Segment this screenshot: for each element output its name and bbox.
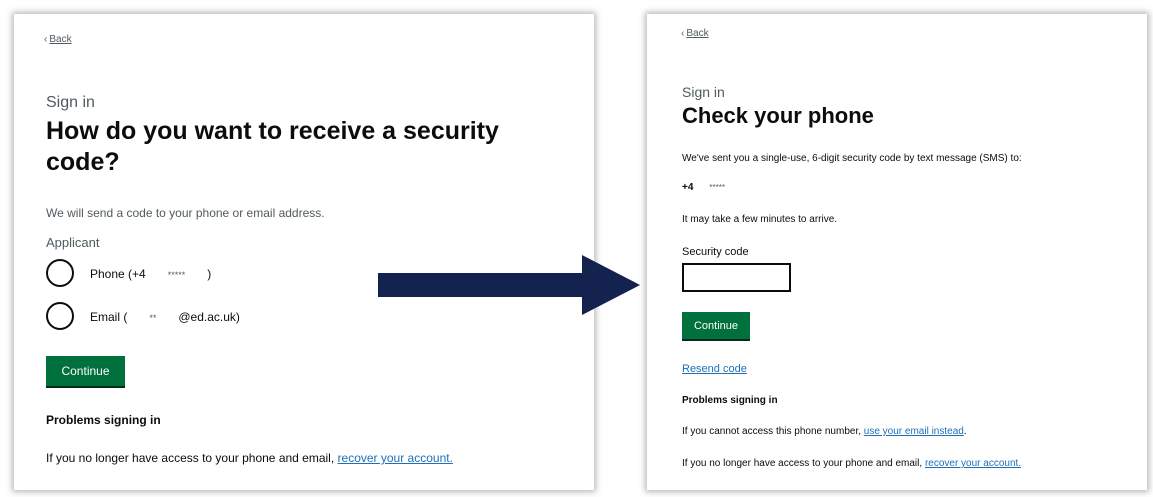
- phone-option-suffix: ): [207, 267, 212, 281]
- continue-button[interactable]: Continue: [682, 312, 750, 339]
- page-caption: Sign in: [46, 94, 95, 111]
- sent-message: We've sent you a single-use, 6-digit sec…: [682, 153, 1022, 164]
- back-link[interactable]: ‹ Back: [681, 28, 709, 39]
- email-option-label[interactable]: Email ( ** @ed.ac.uk): [90, 310, 240, 324]
- page-caption: Sign in: [682, 84, 725, 100]
- page-title: Check your phone: [682, 103, 874, 128]
- back-link-label: Back: [686, 28, 709, 39]
- phone-option-label[interactable]: Phone (+4 *****): [90, 267, 211, 281]
- problems-text: If you no longer have access to your pho…: [682, 458, 1021, 469]
- problems-heading: Problems signing in: [682, 395, 778, 406]
- back-link[interactable]: ‹ Back: [44, 34, 72, 45]
- email-radio[interactable]: [46, 302, 74, 330]
- back-link-label: Back: [49, 34, 72, 45]
- chevron-left-icon: ‹: [44, 34, 48, 45]
- problems-text-body: If you no longer have access to your pho…: [46, 451, 335, 465]
- phone-masked: *****: [709, 183, 725, 192]
- email-option-prefix: Email (: [90, 310, 128, 324]
- no-phone-text-body: If you cannot access this phone number,: [682, 426, 861, 437]
- security-code-method-screen: ‹ Back Sign in How do you want to receive…: [14, 14, 594, 490]
- problems-text-body: If you no longer have access to your pho…: [682, 458, 923, 469]
- phone-radio[interactable]: [46, 259, 74, 287]
- email-option-masked: **: [149, 313, 157, 323]
- email-option-suffix: @ed.ac.uk): [178, 310, 240, 324]
- phone-option-prefix: Phone (+4: [90, 267, 146, 281]
- recover-account-link[interactable]: recover your account.: [338, 451, 453, 465]
- problems-text: If you no longer have access to your pho…: [46, 451, 453, 465]
- continue-button[interactable]: Continue: [46, 356, 125, 386]
- use-email-link[interactable]: use your email instead: [864, 426, 964, 437]
- phone-prefix: +4: [682, 182, 694, 193]
- arrow-right-icon: [378, 255, 640, 315]
- no-phone-text-end: .: [963, 426, 967, 437]
- masked-phone-number: +4 *****: [682, 182, 725, 193]
- resend-code-link[interactable]: Resend code: [682, 363, 747, 375]
- page-title-line1: How do you want to receive a security: [46, 117, 499, 145]
- page-title-line2: code?: [46, 148, 120, 176]
- recover-account-link[interactable]: recover your account.: [925, 458, 1021, 469]
- check-your-phone-screen: ‹ Back Sign in Check your phone We've sen…: [647, 14, 1147, 490]
- chevron-left-icon: ‹: [681, 28, 685, 39]
- phone-option-masked: *****: [167, 270, 186, 280]
- arrive-text: It may take a few minutes to arrive.: [682, 214, 838, 225]
- no-phone-text: If you cannot access this phone number, …: [682, 426, 967, 437]
- hint-text: We will send a code to your phone or ema…: [46, 206, 325, 220]
- fieldset-legend: Applicant: [46, 235, 100, 250]
- security-code-input[interactable]: [682, 263, 791, 292]
- security-code-label: Security code: [682, 246, 749, 258]
- problems-heading: Problems signing in: [46, 413, 161, 427]
